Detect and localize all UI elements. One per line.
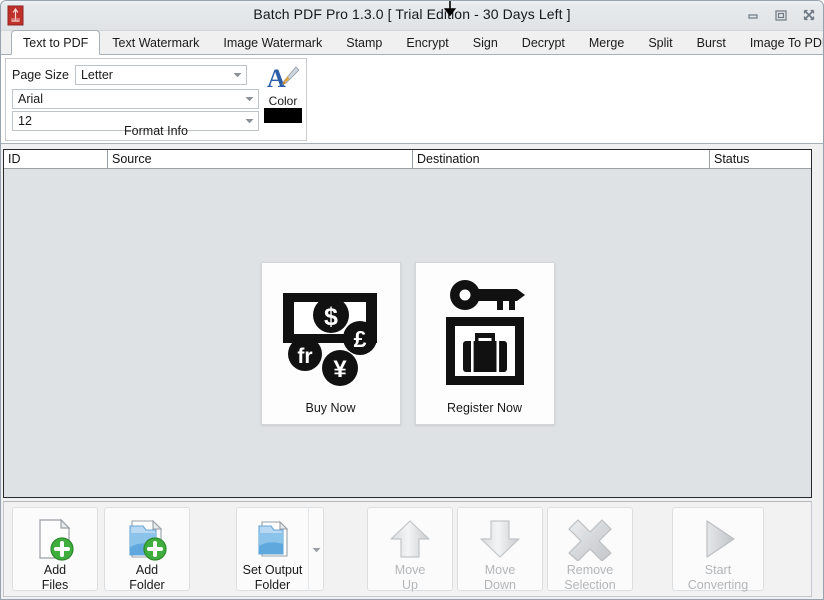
arrow-down-icon (476, 517, 524, 561)
promo-panels: $ £ fr ¥ Buy Now Register Now (4, 262, 811, 425)
move-down-label: Move Down (484, 563, 516, 592)
list-column-headers: ID Source Destination Status (4, 150, 811, 169)
svg-text:¥: ¥ (333, 356, 347, 383)
tab-sign[interactable]: Sign (461, 31, 510, 55)
tab-decrypt[interactable]: Decrypt (510, 31, 577, 55)
add-files-label: Add Files (41, 563, 69, 592)
column-header-destination[interactable]: Destination (413, 150, 710, 168)
tab-label: Merge (588, 36, 625, 50)
ribbon-panel: Page Size Letter Arial 12 A Color Format… (1, 55, 823, 144)
svg-text:£: £ (353, 326, 366, 352)
svg-text:fr: fr (297, 345, 312, 368)
format-info-group: Page Size Letter Arial 12 A Color Format… (5, 58, 307, 141)
application-window: Batch PDF Pro 1.3.0 [ Trial Edition - 30… (0, 0, 824, 600)
add-folder-button[interactable]: Add Folder (104, 507, 190, 592)
tab-merge[interactable]: Merge (577, 31, 636, 55)
money-banknote-coins-icon: $ £ fr ¥ (271, 275, 391, 393)
set-output-folder-label: Set Output Folder (242, 563, 303, 592)
set-output-folder-button[interactable]: Set Output Folder (236, 507, 308, 592)
file-list-view: ID Source Destination Status $ £ fr ¥ Bu… (3, 149, 812, 498)
tab-burst[interactable]: Burst (685, 31, 738, 55)
tab-label: Stamp (346, 36, 383, 50)
move-up-label: Move Up (394, 563, 426, 592)
set-output-folder-dropdown[interactable] (308, 507, 324, 591)
remove-selection-button[interactable]: Remove Selection (547, 507, 633, 592)
font-family-select[interactable]: Arial (12, 89, 259, 109)
add-file-icon (31, 517, 79, 561)
register-now-label: Register Now (446, 401, 523, 415)
tab-label: Split (648, 36, 673, 50)
svg-text:$: $ (324, 303, 338, 331)
tab-stamp[interactable]: Stamp (334, 31, 394, 55)
column-header-status[interactable]: Status (710, 150, 811, 168)
font-color-swatch[interactable] (264, 108, 302, 123)
move-up-button[interactable]: Move Up (367, 507, 453, 592)
chevron-down-icon (229, 66, 246, 84)
page-size-label: Page Size (12, 68, 69, 82)
register-now-button[interactable]: Register Now (414, 262, 555, 425)
title-bar: Batch PDF Pro 1.3.0 [ Trial Edition - 30… (1, 1, 823, 31)
tab-label: Image To PDF (749, 36, 824, 50)
add-folder-icon (123, 517, 171, 561)
play-triangle-icon (694, 517, 742, 561)
arrow-up-icon (386, 517, 434, 561)
tab-bar: Text to PDF Text Watermark Image Waterma… (1, 30, 824, 55)
page-size-value: Letter (80, 68, 113, 82)
format-info-group-title: Format Info (124, 124, 188, 138)
minimize-icon[interactable] (745, 7, 761, 23)
output-folder-icon (249, 517, 297, 561)
start-converting-label: Start Converting (687, 563, 749, 592)
start-converting-button[interactable]: Start Converting (672, 507, 764, 592)
buy-now-label: Buy Now (305, 401, 356, 415)
chevron-down-icon (312, 540, 321, 558)
window-controls (745, 7, 817, 23)
add-folder-label: Add Folder (129, 563, 165, 592)
chevron-down-icon (241, 90, 258, 108)
window-title: Batch PDF Pro 1.3.0 [ Trial Edition - 30… (253, 6, 571, 22)
tab-image-to-pdf[interactable]: Image To PDF (738, 31, 824, 55)
move-down-button[interactable]: Move Down (457, 507, 543, 592)
remove-selection-label: Remove Selection (564, 563, 616, 592)
font-color-icon: A (266, 63, 300, 95)
tab-image-watermark[interactable]: Image Watermark (211, 31, 334, 55)
tab-label: Encrypt (406, 36, 449, 50)
add-files-button[interactable]: Add Files (12, 507, 98, 592)
tab-text-watermark[interactable]: Text Watermark (100, 31, 211, 55)
key-briefcase-icon (425, 275, 545, 393)
font-color-label: Color (268, 94, 298, 108)
font-color-button[interactable]: A Color (262, 63, 304, 125)
tab-label: Sign (472, 36, 498, 50)
column-header-id[interactable]: ID (4, 150, 108, 168)
tab-label: Decrypt (521, 36, 565, 50)
maximize-icon[interactable] (773, 7, 789, 23)
remove-x-icon (566, 517, 614, 562)
column-header-source[interactable]: Source (108, 150, 413, 168)
svg-text:A: A (267, 64, 286, 93)
tab-label: Burst (696, 36, 726, 50)
tab-label: Text Watermark (112, 36, 200, 50)
tab-encrypt[interactable]: Encrypt (394, 31, 460, 55)
tab-split[interactable]: Split (636, 31, 684, 55)
tab-label: Text to PDF (23, 36, 89, 50)
page-size-row: Page Size Letter (12, 65, 247, 85)
buy-now-button[interactable]: $ £ fr ¥ Buy Now (260, 262, 401, 425)
close-icon[interactable] (801, 7, 817, 23)
tab-label: Image Watermark (223, 36, 323, 50)
font-family-value: Arial (18, 92, 44, 106)
list-body[interactable]: $ £ fr ¥ Buy Now Register Now (4, 169, 811, 497)
tab-text-to-pdf[interactable]: Text to PDF (11, 30, 101, 55)
page-size-select[interactable]: Letter (74, 65, 247, 85)
bottom-toolbar: Add Files Add Folder Set Output Folder M… (3, 501, 812, 597)
